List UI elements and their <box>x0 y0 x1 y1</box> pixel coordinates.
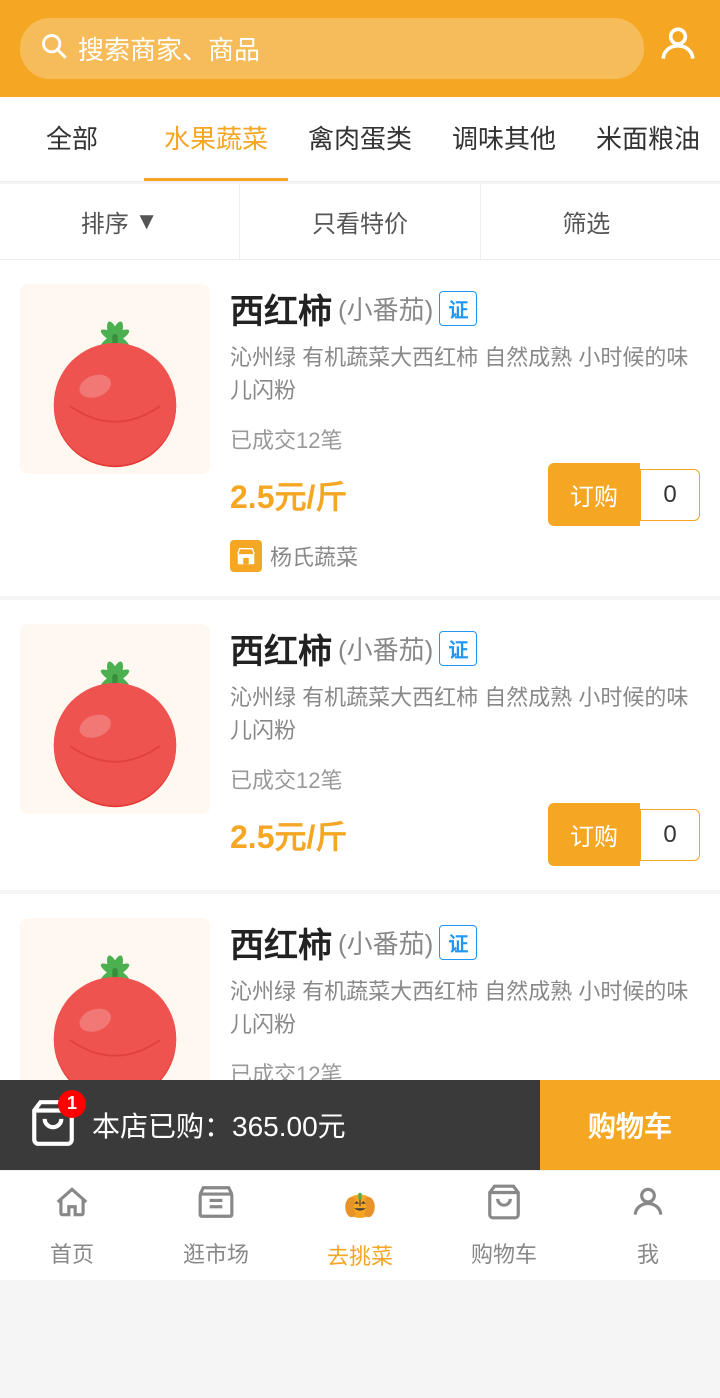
cart-badge: 1 <box>58 1090 86 1118</box>
product-card-2: 西红柿 (小番茄) 证 沁州绿 有机蔬菜大西红柿 自然成熟 小时候的味儿闪粉 已… <box>0 600 720 890</box>
screen-filter[interactable]: 筛选 <box>481 184 720 259</box>
special-label: 只看特价 <box>312 204 408 239</box>
product-meta-1: 已成交12笔 <box>230 423 700 455</box>
cart-bar: 1 本店已购：365.00元 购物车 <box>0 1080 720 1170</box>
product-card-1: 西红柿 (小番茄) 证 沁州绿 有机蔬菜大西红柿 自然成熟 小时候的味儿闪粉 已… <box>0 260 720 596</box>
home-icon <box>53 1183 91 1231</box>
product-price-1: 2.5元/斤 <box>230 472 347 518</box>
filter-bar: 排序 ▼ 只看特价 筛选 <box>0 184 720 260</box>
product-sub-name-2: (小番茄) <box>338 630 433 667</box>
product-meta-2: 已成交12笔 <box>230 763 700 795</box>
product-list: 西红柿 (小番茄) 证 沁州绿 有机蔬菜大西红柿 自然成熟 小时候的味儿闪粉 已… <box>0 260 720 1184</box>
product-sub-name-1: (小番茄) <box>338 290 433 327</box>
product-info-2: 西红柿 (小番茄) 证 沁州绿 有机蔬菜大西红柿 自然成熟 小时候的味儿闪粉 已… <box>230 624 700 866</box>
order-qty-1: 0 <box>640 469 700 521</box>
product-title-2: 西红柿 (小番茄) 证 <box>230 624 700 673</box>
shop-name-1: 杨氏蔬菜 <box>270 540 358 572</box>
shop-icon-1 <box>230 540 262 572</box>
cart-icon-wrap: 1 <box>28 1098 78 1153</box>
product-sub-name-3: (小番茄) <box>338 924 433 961</box>
product-image-1[interactable] <box>20 284 210 474</box>
nav-market-label: 逛市场 <box>183 1237 249 1269</box>
product-main-name-3: 西红柿 <box>230 918 332 967</box>
product-info-1: 西红柿 (小番茄) 证 沁州绿 有机蔬菜大西红柿 自然成熟 小时候的味儿闪粉 已… <box>230 284 700 572</box>
product-image-2[interactable] <box>20 624 210 814</box>
product-bottom-1: 2.5元/斤 订购 0 <box>230 463 700 526</box>
nav-home-label: 首页 <box>50 1237 94 1269</box>
product-price-2: 2.5元/斤 <box>230 812 347 858</box>
order-group-2: 订购 0 <box>548 803 700 866</box>
cat-seasoning[interactable]: 调味其他 <box>432 97 576 181</box>
nav-home[interactable]: 首页 <box>0 1171 144 1280</box>
sort-filter[interactable]: 排序 ▼ <box>0 184 240 259</box>
product-bottom-2: 2.5元/斤 订购 0 <box>230 803 700 866</box>
nav-pick[interactable]: 去挑菜 <box>288 1171 432 1280</box>
cat-fruit-veg[interactable]: 水果蔬菜 <box>144 97 288 181</box>
nav-cart[interactable]: 购物车 <box>432 1171 576 1280</box>
product-main-name-1: 西红柿 <box>230 284 332 333</box>
cert-badge-1: 证 <box>439 291 477 326</box>
market-icon <box>197 1183 235 1231</box>
cart-nav-icon <box>485 1183 523 1231</box>
cat-poultry[interactable]: 禽肉蛋类 <box>288 97 432 181</box>
go-to-cart-button[interactable]: 购物车 <box>540 1080 720 1170</box>
screen-icon <box>616 207 638 236</box>
sort-label: 排序 <box>81 204 129 239</box>
special-filter[interactable]: 只看特价 <box>240 184 480 259</box>
header: 搜索商家、商品 <box>0 0 720 97</box>
user-icon[interactable] <box>656 22 700 76</box>
nav-me[interactable]: 我 <box>576 1171 720 1280</box>
nav-me-label: 我 <box>637 1237 659 1269</box>
me-icon <box>629 1183 667 1231</box>
screen-label: 筛选 <box>562 204 610 239</box>
product-title-3: 西红柿 (小番茄) 证 <box>230 918 700 967</box>
order-qty-2: 0 <box>640 809 700 861</box>
order-button-2[interactable]: 订购 <box>548 803 640 866</box>
product-desc-1: 沁州绿 有机蔬菜大西红柿 自然成熟 小时候的味儿闪粉 <box>230 341 700 407</box>
shop-tag-1[interactable]: 杨氏蔬菜 <box>230 540 700 572</box>
bottom-nav: 首页 逛市场 <box>0 1170 720 1280</box>
cart-info: 1 本店已购：365.00元 <box>0 1080 540 1170</box>
search-placeholder: 搜索商家、商品 <box>78 30 260 67</box>
order-group-1: 订购 0 <box>548 463 700 526</box>
cat-grain[interactable]: 米面粮油 <box>576 97 720 181</box>
product-main-name-2: 西红柿 <box>230 624 332 673</box>
nav-cart-label: 购物车 <box>471 1237 537 1269</box>
category-tabs: 全部 水果蔬菜 禽肉蛋类 调味其他 米面粮油 <box>0 97 720 182</box>
product-title-1: 西红柿 (小番茄) 证 <box>230 284 700 333</box>
product-desc-2: 沁州绿 有机蔬菜大西红柿 自然成熟 小时候的味儿闪粉 <box>230 681 700 747</box>
order-button-1[interactable]: 订购 <box>548 463 640 526</box>
nav-market[interactable]: 逛市场 <box>144 1171 288 1280</box>
cart-text: 本店已购：365.00元 <box>92 1105 346 1145</box>
nav-pick-label: 去挑菜 <box>327 1239 393 1271</box>
search-bar[interactable]: 搜索商家、商品 <box>20 18 644 79</box>
cert-badge-2: 证 <box>439 631 477 666</box>
cat-all[interactable]: 全部 <box>0 97 144 181</box>
search-icon <box>40 32 68 66</box>
product-desc-3: 沁州绿 有机蔬菜大西红柿 自然成熟 小时候的味儿闪粉 <box>230 975 700 1041</box>
sort-icon: ▼ <box>135 208 159 236</box>
cert-badge-3: 证 <box>439 925 477 960</box>
pick-icon <box>339 1181 381 1233</box>
